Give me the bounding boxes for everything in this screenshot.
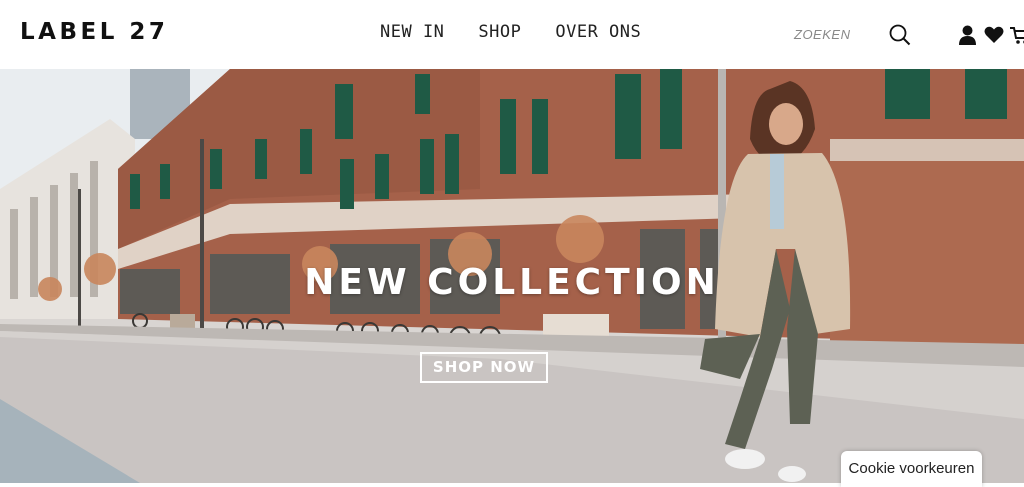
site-header: LABEL 27 NEW IN SHOP OVER ONS ZOEKEN: [0, 0, 1024, 69]
shop-now-button[interactable]: SHOP NOW: [420, 352, 548, 383]
search-icon[interactable]: [889, 24, 911, 46]
nav-over-ons[interactable]: OVER ONS: [555, 22, 641, 42]
nav-shop[interactable]: SHOP: [478, 22, 521, 42]
user-icon[interactable]: [958, 25, 977, 45]
heart-icon[interactable]: [984, 26, 1004, 44]
cart-icon[interactable]: [1010, 25, 1024, 45]
search-input[interactable]: ZOEKEN: [794, 27, 850, 42]
hero-banner[interactable]: NEW COLLECTION SHOP NOW: [0, 69, 1024, 483]
site-logo[interactable]: LABEL 27: [20, 19, 168, 45]
nav-new-in[interactable]: NEW IN: [380, 22, 444, 42]
cookie-preferences-button[interactable]: Cookie voorkeuren: [841, 451, 982, 487]
main-nav: NEW IN SHOP OVER ONS: [380, 22, 641, 42]
hero-title: NEW COLLECTION: [304, 262, 720, 303]
